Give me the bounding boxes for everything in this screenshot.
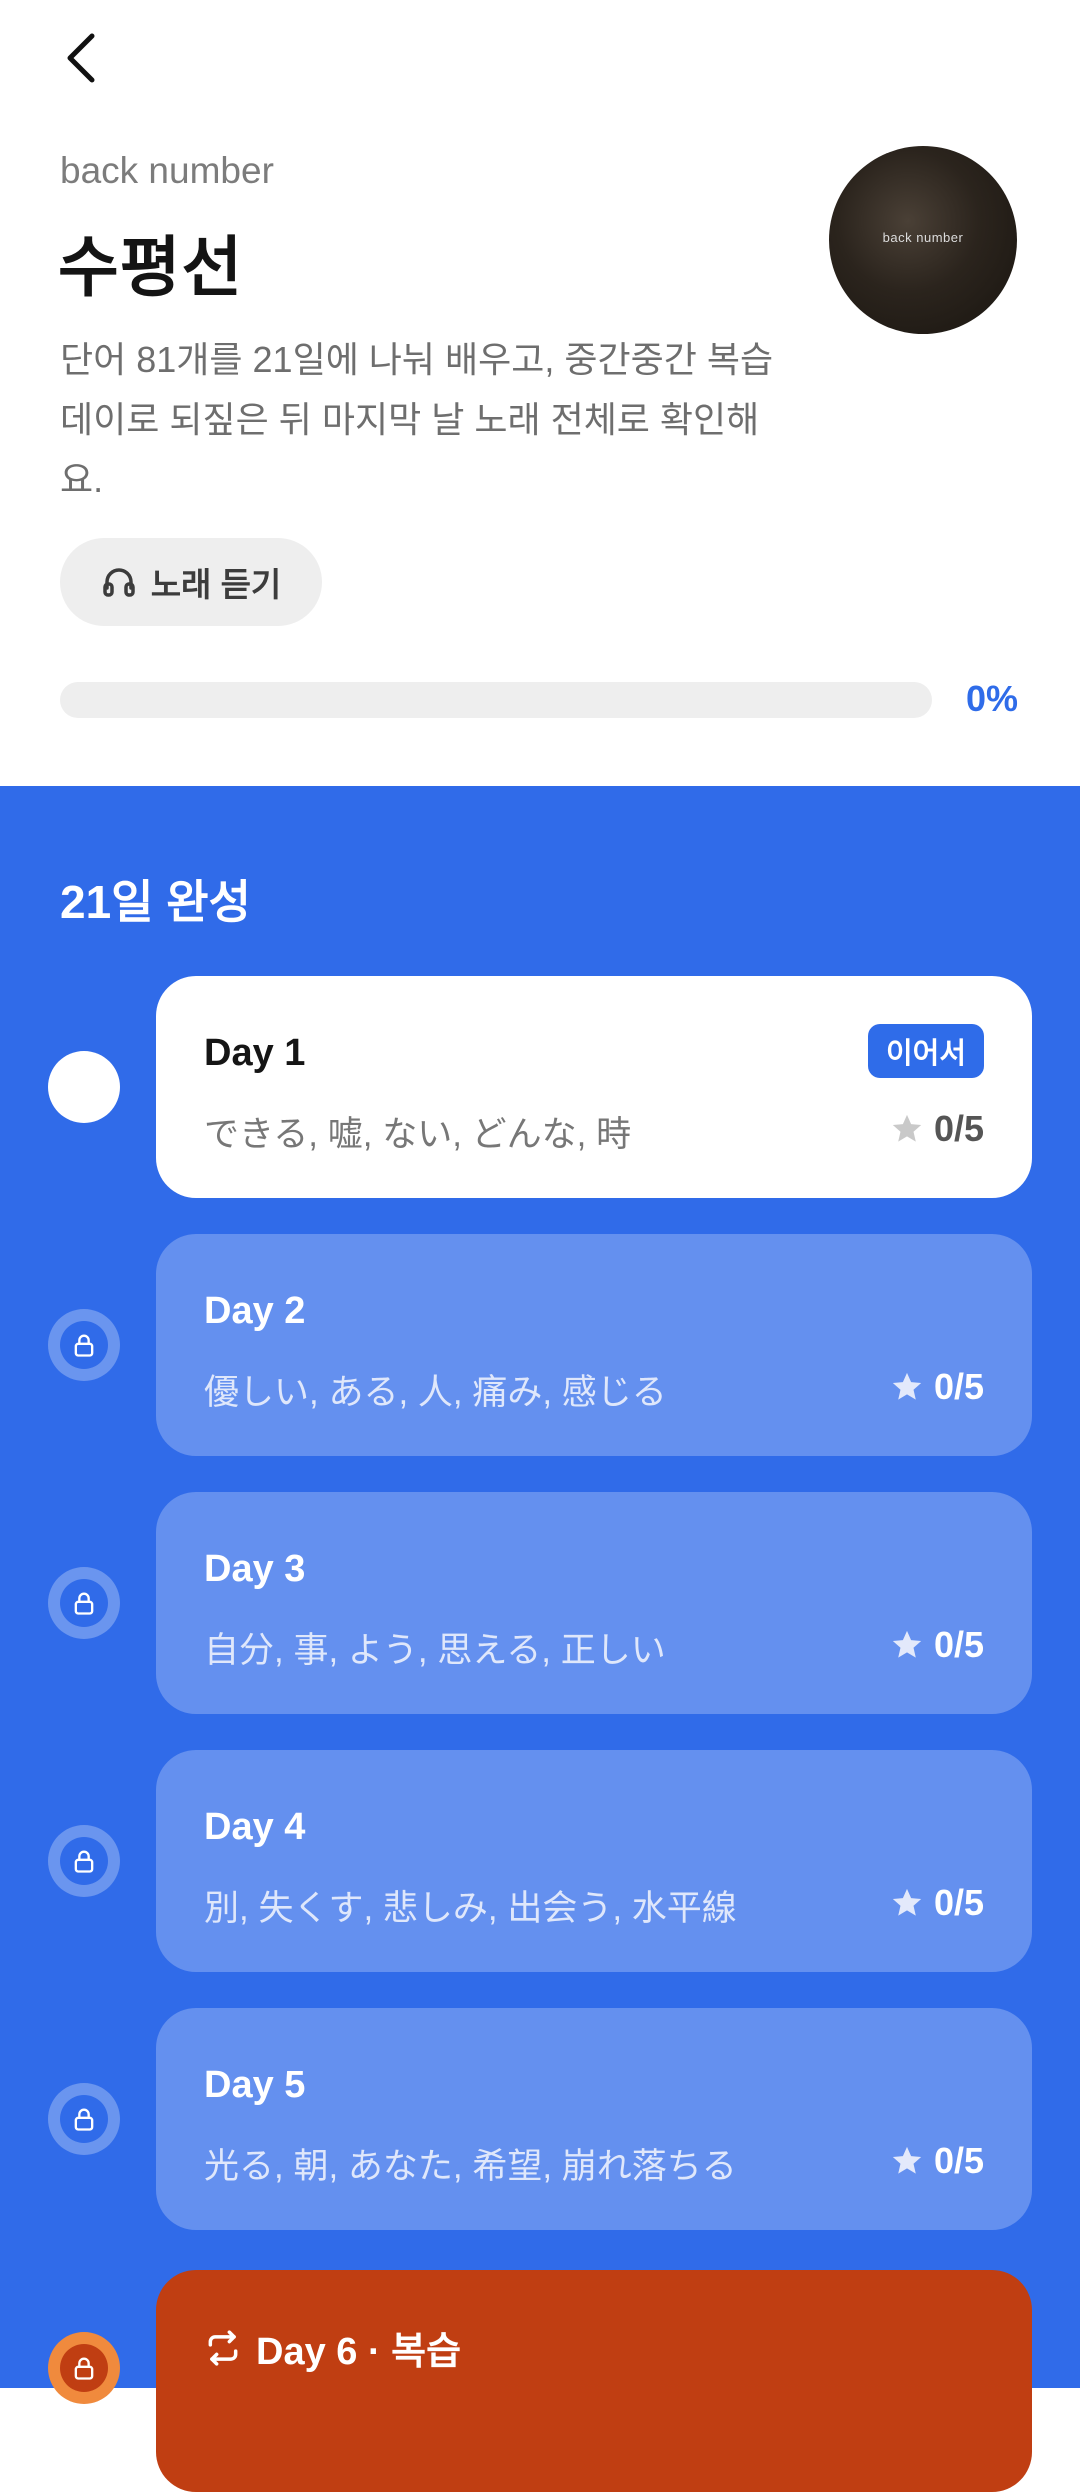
listen-song-label: 노래 듣기 — [150, 566, 282, 603]
star-icon — [892, 1888, 922, 1916]
album-art-label: back number — [882, 230, 964, 245]
day-score: 0/5 — [890, 1366, 984, 1408]
day-label: Day 2 — [204, 1290, 306, 1332]
lock-icon — [74, 1850, 94, 1873]
day-row: Day 2 優しい, ある, 人, 痛み, 感じる 0/5 — [0, 1234, 1080, 1456]
continue-badge[interactable]: 이어서 — [867, 1024, 984, 1078]
lock-icon — [74, 2357, 94, 2380]
day-score-value: 0/5 — [933, 1882, 984, 1923]
listen-song-button[interactable]: 노래 듣기 — [60, 538, 322, 626]
review-day-text: Day 6 · 복습 — [256, 2331, 462, 2373]
star-icon — [892, 1114, 922, 1142]
progress-percent: 0% — [965, 678, 1018, 719]
song-title: 수평선 — [58, 230, 244, 304]
day-score-value: 0/5 — [933, 1366, 984, 1407]
plan-title: 21일 완성 — [60, 876, 251, 928]
day-status-node-current — [48, 1051, 120, 1123]
song-header: back number 수평선 단어 81개를 21일에 나눠 배우고, 중간중… — [0, 0, 1080, 786]
day-score: 0/5 — [890, 1624, 984, 1666]
day-status-node-locked — [48, 2083, 120, 2155]
back-button[interactable] — [56, 28, 116, 88]
day-words: 別, 失くす, 悲しみ, 出会う, 水平線 — [204, 1889, 737, 1928]
day-card-4[interactable]: Day 4 別, 失くす, 悲しみ, 出会う, 水平線 0/5 — [156, 1750, 1032, 1972]
repeat-icon — [208, 2329, 238, 2366]
day-card-1[interactable]: Day 1 이어서 できる, 嘘, ない, どんな, 時 0/5 — [156, 976, 1032, 1198]
back-arrow-icon — [67, 33, 95, 83]
day-label: Day 1 — [204, 1032, 306, 1074]
day-words: 自分, 事, よう, 思える, 正しい — [204, 1631, 666, 1670]
day-score-value: 0/5 — [933, 2140, 984, 2181]
day-card-2[interactable]: Day 2 優しい, ある, 人, 痛み, 感じる 0/5 — [156, 1234, 1032, 1456]
day-status-node-locked — [48, 1825, 120, 1897]
day-row: Day 3 自分, 事, よう, 思える, 正しい 0/5 — [0, 1492, 1080, 1714]
review-day-label: Day 6 · 복습 — [204, 2320, 461, 2375]
day-words: 優しい, ある, 人, 痛み, 感じる — [204, 1373, 667, 1412]
lock-icon — [74, 1334, 94, 1357]
day-score-value: 0/5 — [933, 1624, 984, 1665]
day-score-value: 0/5 — [933, 1108, 984, 1149]
course-description: 단어 81개를 21일에 나눠 배우고, 중간중간 복습 데이로 되짚은 뒤 마… — [60, 339, 774, 500]
day-card-5[interactable]: Day 5 光る, 朝, あなた, 希望, 崩れ落ちる 0/5 — [156, 2008, 1032, 2230]
day-words: できる, 嘘, ない, どんな, 時 — [204, 1115, 632, 1154]
star-icon — [892, 2146, 922, 2174]
day-score: 0/5 — [890, 2140, 984, 2182]
day-status-node-review — [48, 2332, 120, 2404]
headphones-icon — [102, 568, 135, 597]
day-row: Day 4 別, 失くす, 悲しみ, 出会う, 水平線 0/5 — [0, 1750, 1080, 1972]
star-icon — [892, 1372, 922, 1400]
day-label: Day 4 — [204, 1806, 306, 1848]
lock-icon — [74, 2108, 94, 2131]
album-art: back number — [829, 146, 1017, 334]
day-card-3[interactable]: Day 3 自分, 事, よう, 思える, 正しい 0/5 — [156, 1492, 1032, 1714]
day-status-node-locked — [48, 1567, 120, 1639]
lock-icon — [74, 1592, 94, 1615]
day-label: Day 3 — [204, 1548, 306, 1590]
day-status-node-locked — [48, 1309, 120, 1381]
day-words: 光る, 朝, あなた, 希望, 崩れ落ちる — [204, 2147, 737, 2186]
day-row: Day 5 光る, 朝, あなた, 希望, 崩れ落ちる 0/5 — [0, 2008, 1080, 2230]
day-label: Day 5 — [204, 2064, 306, 2106]
progress-bar — [60, 682, 932, 718]
artist-name: back number — [60, 150, 274, 191]
day-score: 0/5 — [890, 1882, 984, 1924]
day-plan-section: 21일 완성 Day 1 이어서 できる, 嘘, ない, どんな, 時 0/5 … — [0, 786, 1080, 2492]
review-day-card-6[interactable]: Day 6 · 복습 — [156, 2270, 1032, 2492]
star-icon — [892, 1630, 922, 1658]
day-score: 0/5 — [890, 1108, 984, 1150]
day-row: Day 1 이어서 できる, 嘘, ない, どんな, 時 0/5 — [0, 976, 1080, 1198]
day-row: Day 6 · 복습 — [0, 2270, 1080, 2492]
